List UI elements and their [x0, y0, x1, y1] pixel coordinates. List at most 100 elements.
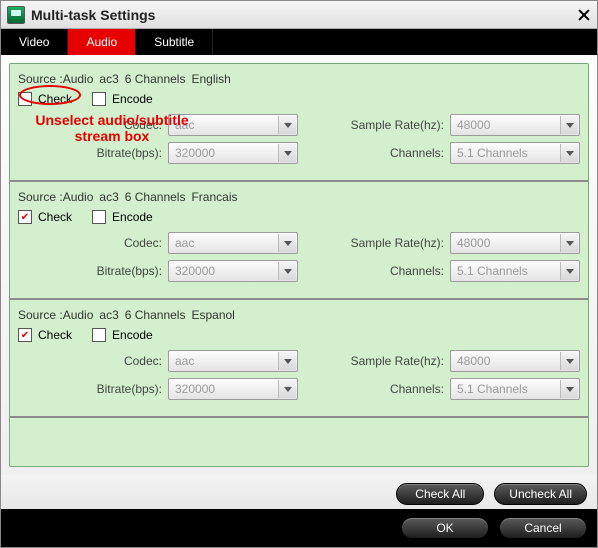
bitrate-value: 320000 — [175, 382, 215, 396]
source-channels: 6 Channels — [125, 308, 186, 322]
samplerate-label: Sample Rate(hz): — [351, 354, 444, 368]
check-label: Check — [38, 92, 72, 106]
source-prefix: Source :Audio — [18, 190, 93, 204]
source-line: Source :Audio ac3 6 Channels Espanol — [18, 306, 580, 328]
source-codec: ac3 — [99, 308, 118, 322]
app-icon — [7, 6, 25, 24]
source-prefix: Source :Audio — [18, 72, 93, 86]
source-line: Source :Audio ac3 6 Channels English — [18, 70, 580, 92]
bitrate-value: 320000 — [175, 264, 215, 278]
field-row: Bitrate(bps): 320000 Channels: 5.1 Chann… — [18, 142, 580, 164]
tab-audio[interactable]: Audio — [68, 29, 136, 55]
samplerate-combo[interactable]: 48000 — [450, 114, 580, 136]
check-label: Check — [38, 210, 72, 224]
check-checkbox[interactable] — [18, 210, 32, 224]
samplerate-value: 48000 — [457, 118, 490, 132]
check-row: Check Encode — [18, 328, 580, 342]
chevron-down-icon — [278, 144, 296, 162]
check-label: Check — [38, 328, 72, 342]
chevron-down-icon — [560, 262, 578, 280]
multitask-settings-window: Multi-task Settings Video Audio Subtitle… — [0, 0, 598, 548]
samplerate-combo[interactable]: 48000 — [450, 350, 580, 372]
field-row: Codec: aac Sample Rate(hz): 48000 — [18, 114, 580, 136]
channels-value: 5.1 Channels — [457, 264, 528, 278]
source-codec: ac3 — [99, 190, 118, 204]
codec-value: aac — [175, 354, 194, 368]
codec-label: Codec: — [124, 236, 162, 250]
codec-label: Codec: — [124, 118, 162, 132]
codec-value: aac — [175, 118, 194, 132]
source-channels: 6 Channels — [125, 72, 186, 86]
chevron-down-icon — [278, 234, 296, 252]
samplerate-label: Sample Rate(hz): — [351, 118, 444, 132]
bitrate-combo[interactable]: 320000 — [168, 260, 298, 282]
codec-value: aac — [175, 236, 194, 250]
chevron-down-icon — [278, 262, 296, 280]
field-row: Bitrate(bps): 320000 Channels: 5.1 Chann… — [18, 378, 580, 400]
channels-combo[interactable]: 5.1 Channels — [450, 142, 580, 164]
bitrate-label: Bitrate(bps): — [97, 264, 162, 278]
source-lang: Francais — [191, 190, 237, 204]
encode-label: Encode — [112, 328, 153, 342]
codec-combo[interactable]: aac — [168, 350, 298, 372]
bitrate-combo[interactable]: 320000 — [168, 142, 298, 164]
tab-subtitle[interactable]: Subtitle — [136, 29, 213, 55]
cancel-button[interactable]: Cancel — [499, 517, 587, 539]
encode-checkbox[interactable] — [92, 328, 106, 342]
check-checkbox[interactable] — [18, 92, 32, 106]
channels-combo[interactable]: 5.1 Channels — [450, 378, 580, 400]
close-icon[interactable] — [577, 8, 591, 22]
bitrate-combo[interactable]: 320000 — [168, 378, 298, 400]
audio-streams-panel: Source :Audio ac3 6 Channels English Che… — [9, 63, 589, 467]
chevron-down-icon — [560, 380, 578, 398]
bitrate-value: 320000 — [175, 146, 215, 160]
chevron-down-icon — [278, 352, 296, 370]
source-line: Source :Audio ac3 6 Channels Francais — [18, 188, 580, 210]
source-lang: English — [191, 72, 230, 86]
channels-label: Channels: — [390, 146, 444, 160]
source-codec: ac3 — [99, 72, 118, 86]
chevron-down-icon — [278, 380, 296, 398]
source-lang: Espanol — [191, 308, 234, 322]
chevron-down-icon — [278, 116, 296, 134]
channels-combo[interactable]: 5.1 Channels — [450, 260, 580, 282]
titlebar: Multi-task Settings — [1, 1, 597, 29]
samplerate-combo[interactable]: 48000 — [450, 232, 580, 254]
encode-checkbox[interactable] — [92, 92, 106, 106]
bitrate-label: Bitrate(bps): — [97, 382, 162, 396]
check-row: Check Encode — [18, 210, 580, 224]
channels-value: 5.1 Channels — [457, 146, 528, 160]
encode-label: Encode — [112, 92, 153, 106]
channels-label: Channels: — [390, 264, 444, 278]
chevron-down-icon — [560, 234, 578, 252]
check-all-button[interactable]: Check All — [396, 483, 484, 505]
dialog-button-bar: OK Cancel — [1, 509, 597, 547]
check-row: Check Encode — [18, 92, 580, 106]
bitrate-label: Bitrate(bps): — [97, 146, 162, 160]
check-checkbox[interactable] — [18, 328, 32, 342]
codec-label: Codec: — [124, 354, 162, 368]
encode-checkbox[interactable] — [92, 210, 106, 224]
field-row: Codec: aac Sample Rate(hz): 48000 — [18, 232, 580, 254]
audio-stream: Source :Audio ac3 6 Channels Francais Ch… — [10, 182, 588, 300]
samplerate-value: 48000 — [457, 354, 490, 368]
chevron-down-icon — [560, 352, 578, 370]
chevron-down-icon — [560, 144, 578, 162]
audio-stream: Source :Audio ac3 6 Channels Espanol Che… — [10, 300, 588, 418]
samplerate-value: 48000 — [457, 236, 490, 250]
source-prefix: Source :Audio — [18, 308, 93, 322]
uncheck-all-button[interactable]: Uncheck All — [494, 483, 587, 505]
tab-video[interactable]: Video — [1, 29, 68, 55]
codec-combo[interactable]: aac — [168, 232, 298, 254]
field-row: Codec: aac Sample Rate(hz): 48000 — [18, 350, 580, 372]
panel-filler — [10, 418, 588, 466]
chevron-down-icon — [560, 116, 578, 134]
samplerate-label: Sample Rate(hz): — [351, 236, 444, 250]
ok-button[interactable]: OK — [401, 517, 489, 539]
tabbar: Video Audio Subtitle — [1, 29, 597, 55]
codec-combo[interactable]: aac — [168, 114, 298, 136]
panel-button-bar: Check All Uncheck All — [1, 475, 597, 509]
window-title: Multi-task Settings — [31, 7, 577, 23]
audio-stream: Source :Audio ac3 6 Channels English Che… — [10, 64, 588, 182]
field-row: Bitrate(bps): 320000 Channels: 5.1 Chann… — [18, 260, 580, 282]
